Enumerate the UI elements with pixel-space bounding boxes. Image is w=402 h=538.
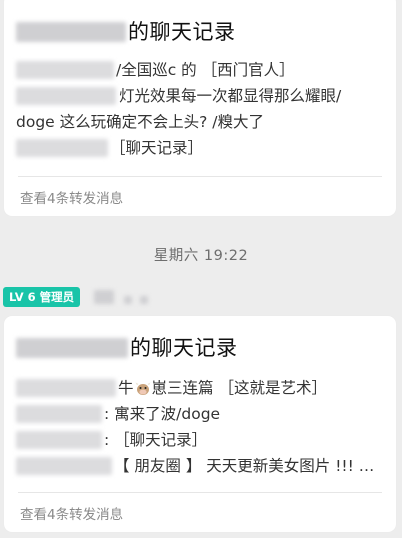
redacted-sender — [16, 87, 116, 105]
chat-record-title-text: 的聊天记录 — [130, 336, 238, 360]
message-preview-line: ［聊天记录］ — [16, 136, 203, 160]
message-preview-text: 灯光效果每一次都显得那么耀眼/ — [119, 87, 342, 105]
redacted-sender-name — [124, 296, 133, 304]
message-preview-line: /全国巡c 的 ［西门官人］ — [16, 58, 295, 82]
view-forwarded-messages-link[interactable]: 查看4条转发消息 — [20, 187, 123, 207]
level-admin-badge: LV 6 管理员 — [3, 287, 81, 307]
message-preview-line: : ［聊天记录］ — [16, 428, 207, 452]
redacted-sender — [16, 61, 114, 79]
redacted-sender-name[interactable] — [94, 290, 115, 304]
redacted-name — [16, 338, 128, 358]
chat-record-title-text: 的聊天记录 — [128, 20, 236, 44]
message-preview-text: /全国巡c 的 ［西门官人］ — [116, 61, 295, 79]
forwarded-chat-record-card[interactable]: 的聊天记录 牛 崽三连篇 ［这就是艺术］ : 寓来了波/doge : ［聊天记录… — [4, 316, 396, 532]
card-divider — [18, 492, 382, 493]
redacted-sender — [16, 431, 102, 449]
redacted-sender — [16, 139, 108, 157]
card-divider — [18, 176, 382, 177]
cow-face-emoji-icon — [135, 381, 151, 396]
message-preview-text: ［聊天记录］ — [110, 139, 204, 157]
message-preview-line: doge 这么玩确定不会上头? /糗大了 — [16, 110, 264, 134]
message-preview-text: 崽三连篇 ［这就是艺术］ — [151, 379, 327, 397]
redacted-sender-name — [140, 296, 149, 304]
view-forwarded-messages-link[interactable]: 查看4条转发消息 — [20, 503, 123, 523]
message-preview-line: 牛 崽三连篇 ［这就是艺术］ — [16, 376, 327, 400]
message-preview-line: 灯光效果每一次都显得那么耀眼/ — [16, 84, 341, 108]
sender-row: LV 6 管理员 — [0, 286, 149, 308]
message-preview-line: : 寓来了波/doge — [16, 402, 220, 426]
message-preview-text: : ［聊天记录］ — [104, 431, 208, 449]
redacted-sender — [16, 457, 112, 475]
redacted-sender — [16, 405, 102, 423]
message-preview-text: 牛 — [118, 379, 134, 397]
message-preview-text: 【 朋友圈 】 天天更新美女图片 !!! … — [114, 457, 375, 475]
message-preview-text: : 寓来了波/doge — [104, 405, 221, 423]
message-preview-line: 【 朋友圈 】 天天更新美女图片 !!! … — [16, 454, 374, 478]
redacted-sender — [16, 379, 116, 397]
chat-record-title: 的聊天记录 — [16, 328, 238, 368]
redacted-name — [16, 22, 126, 42]
chat-record-title: 的聊天记录 — [16, 12, 236, 52]
message-preview-text: doge 这么玩确定不会上头? /糗大了 — [16, 113, 265, 131]
message-timestamp: 星期六 19:22 — [153, 248, 249, 264]
forwarded-chat-record-card[interactable]: 的聊天记录 /全国巡c 的 ［西门官人］ 灯光效果每一次都显得那么耀眼/ dog… — [4, 0, 396, 216]
